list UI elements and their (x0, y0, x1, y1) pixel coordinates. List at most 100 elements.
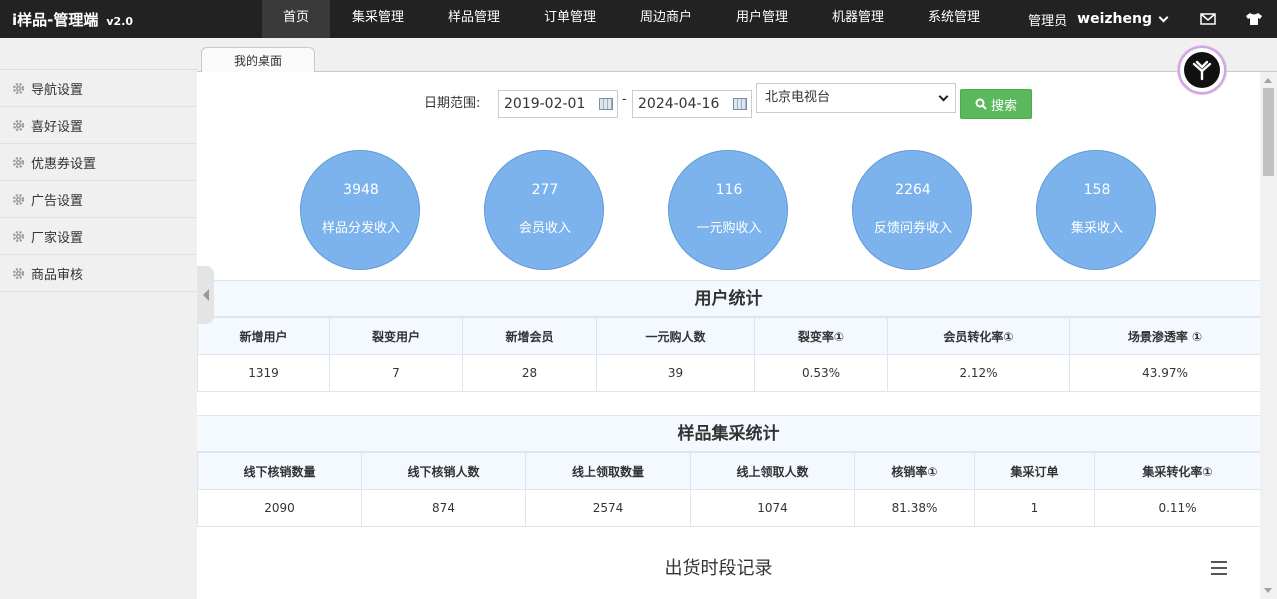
sidebar-header (0, 38, 197, 70)
mail-icon[interactable] (1185, 0, 1231, 38)
app-brand[interactable]: i样品-管理端 v2.0 (12, 9, 133, 30)
kpi-label: 反馈问券收入 (873, 221, 952, 236)
scrollbar-thumb[interactable] (1263, 88, 1274, 176)
kpi-circle: 2264 反馈问券收入 (852, 150, 972, 270)
kpi-circle: 158 集采收入 (1036, 150, 1156, 270)
kpi-value: 3948 (343, 182, 379, 198)
gear-icon (12, 82, 25, 95)
kpi-circle: 277 会员收入 (484, 150, 604, 270)
table-header: 核销率① (854, 452, 975, 490)
table-header: 线上领取数量 (525, 452, 691, 490)
table-header: 新增会员 (462, 317, 597, 355)
table-header: 新增用户 (197, 317, 330, 355)
kpi-circle: 116 一元购收入 (668, 150, 788, 270)
sidebar-item-label: 厂家设置 (31, 230, 84, 246)
filter-bar: 日期范围: 2019-02-01 - 2024-04-16 北京电视台 搜索 (197, 83, 1260, 119)
nav-item-home[interactable]: 首页 (262, 0, 330, 38)
kpi-circle: 3948 样品分发收入 (300, 150, 420, 270)
tab-my-desktop[interactable]: 我的桌面 (201, 47, 315, 73)
table-cell: 0.53% (754, 354, 888, 392)
kpi-label: 集采收入 (1070, 221, 1123, 236)
sidebar-item-label: 广告设置 (31, 193, 84, 209)
kpi-value: 116 (715, 182, 743, 198)
table-header: 会员转化率① (887, 317, 1070, 355)
table-header: 场景渗透率 ① (1069, 317, 1260, 355)
table-cell: 43.97% (1069, 354, 1260, 392)
gear-icon (12, 119, 25, 132)
table-cell: 28 (462, 354, 597, 392)
table-cell: 874 (361, 489, 526, 527)
date-separator: - (622, 92, 627, 107)
sample-stats-table: 线下核销数量 线下核销人数 线上领取数量 线上领取人数 核销率① 集采订单 集采… (197, 452, 1260, 527)
nav-item-system[interactable]: 系统管理 (906, 0, 1002, 38)
kpi-value: 277 (531, 182, 559, 198)
channel-select-value: 北京电视台 (765, 90, 831, 105)
table-header: 裂变用户 (329, 317, 463, 355)
search-button[interactable]: 搜索 (960, 89, 1032, 119)
sidebar-item-manufacturers[interactable]: 厂家设置 (0, 218, 197, 255)
search-icon (975, 98, 987, 110)
sidebar-collapse-button[interactable] (197, 266, 214, 324)
nav-item-merchants[interactable]: 周边商户 (618, 0, 714, 38)
table-header: 线上领取人数 (690, 452, 855, 490)
hamburger-menu-icon[interactable] (1211, 561, 1227, 575)
sidebar-item-preferences[interactable]: 喜好设置 (0, 107, 197, 144)
user-stats-title: 用户统计 (197, 280, 1260, 317)
tab-strip: 我的桌面 (197, 38, 1277, 73)
date-range-label: 日期范围: (424, 96, 481, 111)
tshirt-icon[interactable] (1231, 0, 1277, 38)
table-cell: 2090 (197, 489, 362, 527)
calendar-icon[interactable] (733, 98, 747, 110)
gear-icon (12, 267, 25, 280)
vertical-scrollbar[interactable] (1260, 72, 1277, 599)
kpi-label: 样品分发收入 (321, 221, 400, 236)
end-date-input[interactable]: 2024-04-16 (632, 90, 752, 118)
sidebar: 导航设置 喜好设置 优惠券设置 广告设置 厂家设置 商品审核 (0, 38, 197, 599)
kpi-label: 会员收入 (518, 221, 571, 236)
table-header: 裂变率① (754, 317, 888, 355)
sidebar-item-label: 喜好设置 (31, 119, 84, 135)
table-cell: 2574 (525, 489, 691, 527)
scroll-up-icon[interactable] (1264, 78, 1272, 83)
sidebar-item-product-review[interactable]: 商品审核 (0, 255, 197, 292)
table-header: 集采转化率① (1094, 452, 1260, 490)
user-menu[interactable]: weizheng (1077, 11, 1152, 27)
table-cell: 39 (596, 354, 755, 392)
main-content: 日期范围: 2019-02-01 - 2024-04-16 北京电视台 搜索 3… (197, 72, 1260, 599)
user-stats-section: 用户统计 新增用户 裂变用户 新增会员 一元购人数 裂变率① 会员转化率① 场景… (197, 280, 1260, 392)
table-header: 线下核销人数 (361, 452, 526, 490)
table-cell: 1319 (197, 354, 330, 392)
table-row: 1319 7 28 39 0.53% 2.12% 43.97% (197, 354, 1260, 392)
sidebar-item-nav-settings[interactable]: 导航设置 (0, 70, 197, 107)
floating-assistant-logo[interactable] (1178, 46, 1226, 94)
nav-item-users[interactable]: 用户管理 (714, 0, 810, 38)
calendar-icon[interactable] (599, 98, 613, 110)
scroll-down-icon[interactable] (1264, 588, 1272, 593)
app-title: i样品-管理端 (12, 11, 99, 29)
sidebar-item-label: 导航设置 (31, 82, 84, 98)
table-header: 线下核销数量 (197, 452, 362, 490)
start-date-input[interactable]: 2019-02-01 (498, 90, 618, 118)
nav-item-orders[interactable]: 订单管理 (522, 0, 618, 38)
gear-icon (12, 193, 25, 206)
sidebar-item-coupons[interactable]: 优惠券设置 (0, 144, 197, 181)
nav-item-samples[interactable]: 样品管理 (426, 0, 522, 38)
nav-item-machines[interactable]: 机器管理 (810, 0, 906, 38)
channel-select[interactable]: 北京电视台 (756, 83, 956, 113)
user-stats-table: 新增用户 裂变用户 新增会员 一元购人数 裂变率① 会员转化率① 场景渗透率 ①… (197, 317, 1260, 392)
table-cell: 1 (974, 489, 1095, 527)
kpi-value: 2264 (895, 182, 931, 198)
table-cell: 81.38% (854, 489, 975, 527)
chevron-down-icon[interactable] (1158, 12, 1169, 22)
top-navbar: i样品-管理端 v2.0 首页 集采管理 样品管理 订单管理 周边商户 用户管理 … (0, 0, 1277, 38)
table-header-row: 新增用户 裂变用户 新增会员 一元购人数 裂变率① 会员转化率① 场景渗透率 ① (197, 317, 1260, 355)
user-role: 管理员 (1028, 13, 1068, 29)
nav-item-procurement[interactable]: 集采管理 (330, 0, 426, 38)
kpi-label: 一元购收入 (696, 221, 762, 236)
sidebar-item-ads[interactable]: 广告设置 (0, 181, 197, 218)
sidebar-item-label: 优惠券设置 (31, 156, 97, 172)
table-row: 2090 874 2574 1074 81.38% 1 0.11% (197, 489, 1260, 527)
table-cell: 2.12% (887, 354, 1070, 392)
kpi-value: 158 (1083, 182, 1111, 198)
table-header: 一元购人数 (596, 317, 755, 355)
